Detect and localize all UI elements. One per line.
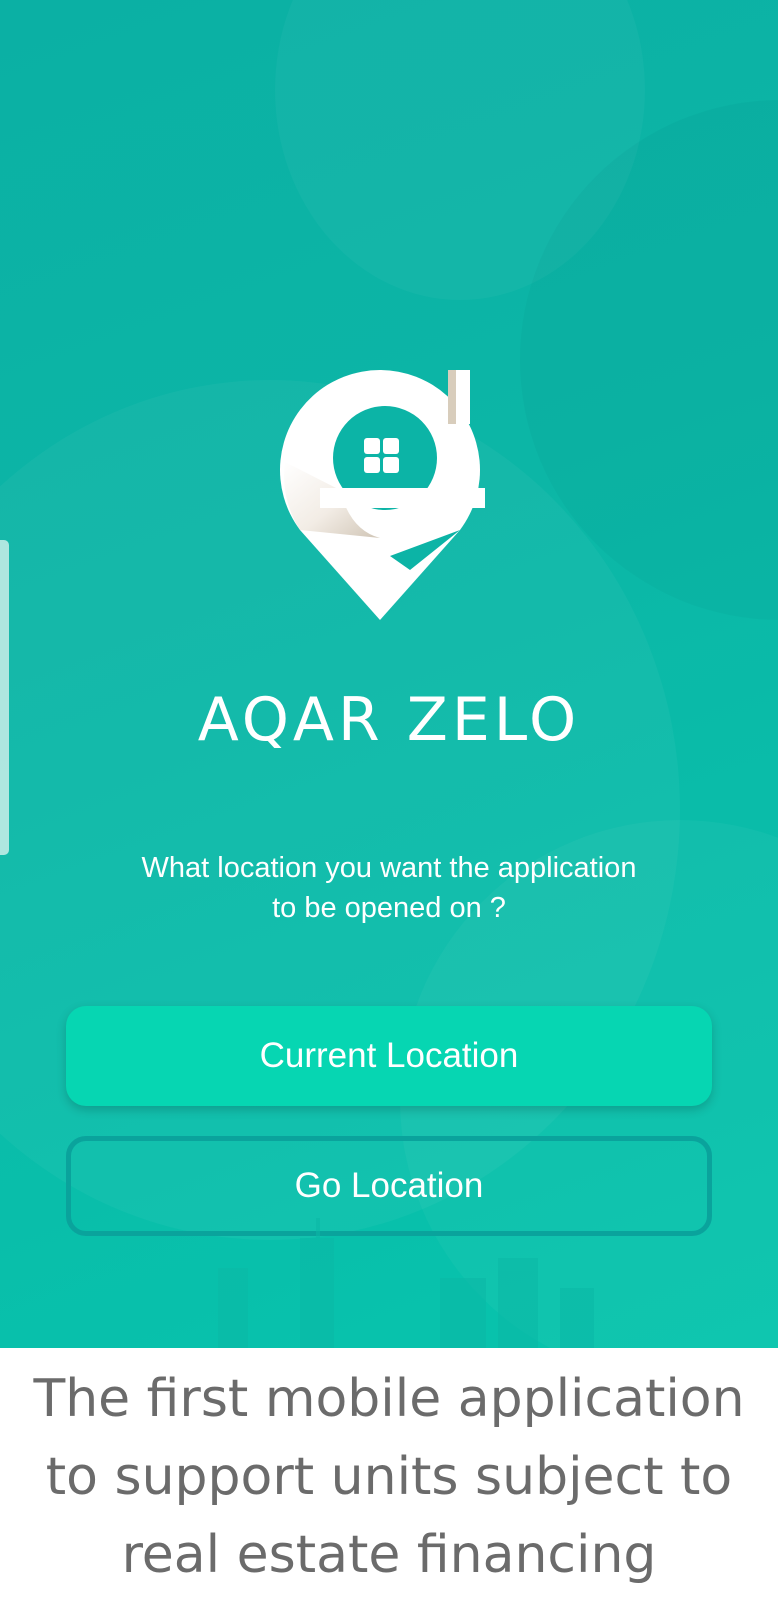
- caption-line-3: real estate financing: [121, 1525, 657, 1585]
- caption-line-1: The first mobile application: [33, 1369, 745, 1429]
- current-location-button[interactable]: Current Location: [66, 1006, 712, 1106]
- app-logo-pin-icon: [280, 370, 485, 620]
- location-prompt: What location you want the application t…: [110, 848, 668, 928]
- brand-name: AQAR ZELO: [197, 685, 581, 755]
- caption-line-2: to support units subject to: [45, 1447, 733, 1507]
- prompt-line-1: What location you want the application: [141, 852, 637, 884]
- app-screen: AQAR ZELO What location you want the app…: [0, 0, 778, 1348]
- prompt-line-2: to be opened on ?: [272, 892, 506, 924]
- city-skyline-illustration: [218, 1218, 594, 1348]
- promo-caption: The first mobile application to support …: [0, 1360, 778, 1594]
